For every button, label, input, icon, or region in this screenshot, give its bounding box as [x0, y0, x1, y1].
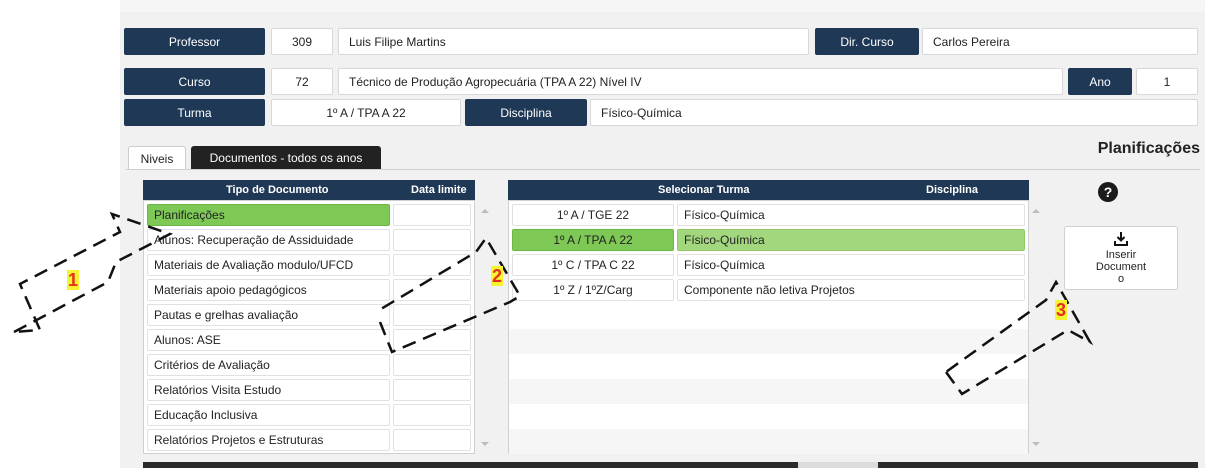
- curso-number-field[interactable]: 72: [271, 68, 333, 95]
- tab-documentos[interactable]: Documentos - todos os anos: [191, 146, 381, 170]
- annotation-number-3: 3: [1055, 300, 1068, 320]
- date-cell[interactable]: [393, 279, 471, 301]
- ano-label: Ano: [1068, 68, 1132, 95]
- col-disciplina: Disciplina: [926, 184, 978, 196]
- list-item[interactable]: Relatórios Visita Estudo: [147, 379, 390, 401]
- ano-field[interactable]: 1: [1136, 68, 1198, 95]
- date-cell[interactable]: [393, 229, 471, 251]
- date-cell[interactable]: [393, 329, 471, 351]
- turma-cell[interactable]: 1º Z / 1ºZ/Carg: [512, 279, 674, 301]
- bottom-scrollbar[interactable]: [143, 462, 1198, 468]
- list-item[interactable]: Alunos: Recuperação de Assiduidade: [147, 229, 390, 251]
- scroll-up-arrow-icon[interactable]: [1031, 207, 1041, 215]
- date-cell[interactable]: [393, 204, 471, 226]
- col-data-limite: Data limite: [411, 184, 467, 196]
- turma-table-header: Selecionar Turma Disciplina: [508, 180, 1029, 200]
- curso-label: Curso: [124, 68, 265, 95]
- col-selecionar-turma: Selecionar Turma: [658, 184, 750, 196]
- empty-row: [509, 429, 1028, 454]
- date-cell[interactable]: [393, 304, 471, 326]
- disciplina-cell[interactable]: Físico-Química: [677, 254, 1025, 276]
- turma-list[interactable]: 1º A / TGE 22 Físico-Química 1º A / TPA …: [508, 200, 1029, 454]
- empty-row: [509, 354, 1028, 379]
- turma-cell[interactable]: 1º C / TPA C 22: [512, 254, 674, 276]
- annotation-number-1: 1: [67, 270, 80, 290]
- professor-name-field[interactable]: Luis Filipe Martins: [338, 28, 809, 55]
- scroll-down-arrow-icon[interactable]: [1031, 440, 1041, 448]
- insert-label-2: Document: [1095, 261, 1147, 273]
- download-tray-icon: [1114, 232, 1128, 246]
- list-item[interactable]: Planificações: [147, 204, 390, 226]
- list-item[interactable]: Pautas e grelhas avaliação: [147, 304, 390, 326]
- disciplina-field[interactable]: Físico-Química: [590, 99, 1198, 126]
- disciplina-cell[interactable]: Físico-Química: [677, 229, 1025, 251]
- turma-label: Turma: [124, 99, 265, 126]
- professor-number-field[interactable]: 309: [271, 28, 333, 55]
- bottom-scroll-thumb[interactable]: [798, 462, 878, 468]
- disciplina-cell[interactable]: Componente não letiva Projetos: [677, 279, 1025, 301]
- disciplina-cell[interactable]: Físico-Química: [677, 204, 1025, 226]
- col-tipo-documento: Tipo de Documento: [226, 184, 329, 196]
- date-cell[interactable]: [393, 404, 471, 426]
- help-icon[interactable]: ?: [1098, 182, 1118, 202]
- annotation-number-2: 2: [491, 266, 504, 286]
- scroll-down-arrow-icon[interactable]: [480, 440, 490, 448]
- doc-table-header: Tipo de Documento Data limite: [143, 180, 475, 200]
- page-title: Planificações: [1097, 140, 1200, 157]
- list-item[interactable]: Materiais apoio pedagógicos: [147, 279, 390, 301]
- date-cell[interactable]: [393, 379, 471, 401]
- date-cell[interactable]: [393, 429, 471, 451]
- empty-row: [509, 304, 1028, 329]
- turma-cell[interactable]: 1º A / TPA A 22: [512, 229, 674, 251]
- curso-name-field[interactable]: Técnico de Produção Agropecuária (TPA A …: [338, 68, 1063, 95]
- turma-cell[interactable]: 1º A / TGE 22: [512, 204, 674, 226]
- list-item[interactable]: Critérios de Avaliação: [147, 354, 390, 376]
- turma-field[interactable]: 1º A / TPA A 22: [271, 99, 461, 126]
- list-item[interactable]: Relatórios Projetos e Estruturas: [147, 429, 390, 451]
- tab-niveis[interactable]: Niveis: [128, 146, 186, 170]
- insert-label-3: o: [1117, 273, 1125, 285]
- insert-label-1: Inserir: [1105, 249, 1137, 261]
- dir-curso-field[interactable]: Carlos Pereira: [922, 28, 1198, 55]
- tab-divider: [126, 169, 1200, 170]
- list-item[interactable]: Materiais de Avaliação modulo/UFCD: [147, 254, 390, 276]
- professor-label: Professor: [124, 28, 265, 55]
- list-item[interactable]: Alunos: ASE: [147, 329, 390, 351]
- empty-row: [509, 379, 1028, 404]
- date-cell[interactable]: [393, 354, 471, 376]
- empty-row: [509, 404, 1028, 429]
- empty-row: [509, 329, 1028, 354]
- insert-document-button[interactable]: Inserir Document o: [1064, 226, 1178, 290]
- dir-curso-label: Dir. Curso: [815, 28, 919, 55]
- top-strip: [120, 0, 1205, 12]
- date-cell[interactable]: [393, 254, 471, 276]
- scroll-up-arrow-icon[interactable]: [480, 207, 490, 215]
- disciplina-label: Disciplina: [465, 99, 587, 126]
- list-item[interactable]: Educação Inclusiva: [147, 404, 390, 426]
- doc-type-list[interactable]: Planificações Alunos: Recuperação de Ass…: [143, 200, 475, 454]
